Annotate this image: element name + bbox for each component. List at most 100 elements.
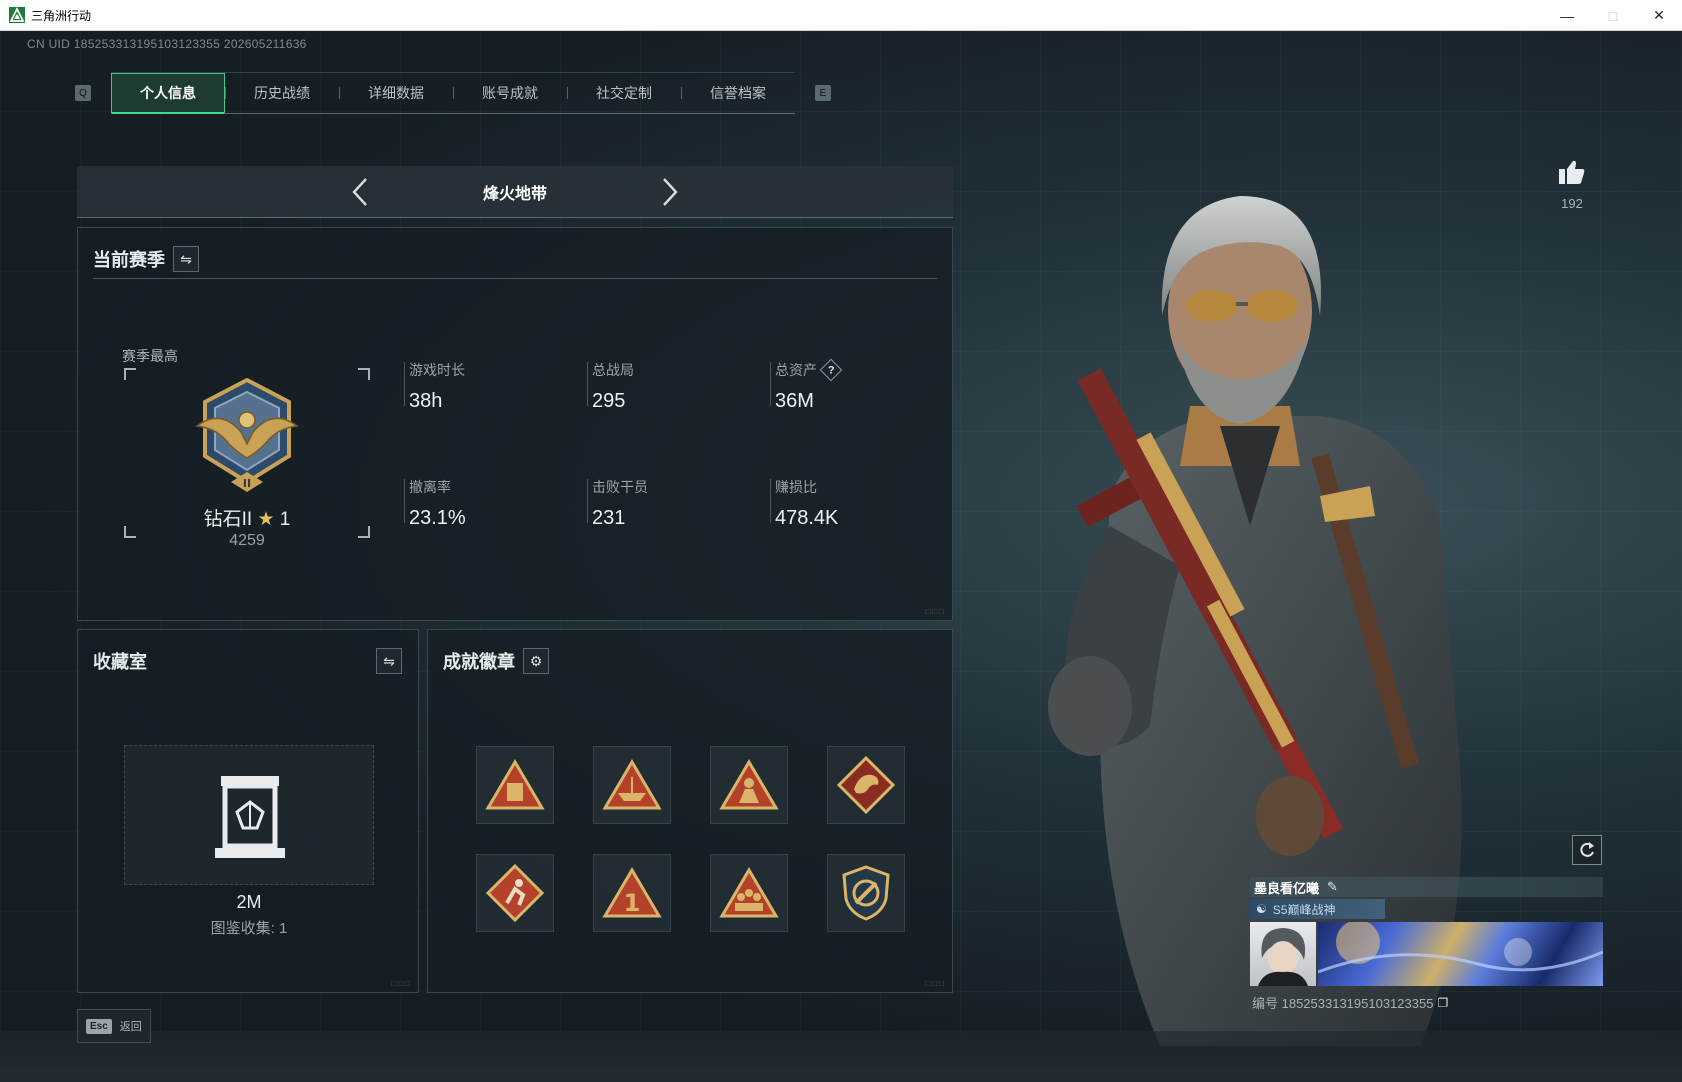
back-label: 返回 bbox=[119, 1021, 142, 1033]
badge-slot[interactable] bbox=[476, 854, 554, 932]
uid-label: CN UID 185253313195103123355 20260521163… bbox=[27, 37, 307, 51]
current-season-panel: 当前赛季 ⇋ 赛季最高 II 钻石II ★ 1 4259 游戏时长 38h 总战… bbox=[77, 227, 953, 621]
maximize-icon: □ bbox=[1608, 7, 1618, 24]
refresh-icon bbox=[1580, 842, 1594, 857]
stat-operators-defeated: 击败干员 231 bbox=[587, 477, 742, 530]
minimize-icon: — bbox=[1560, 7, 1574, 24]
minimize-button[interactable]: — bbox=[1544, 0, 1590, 31]
collection-header: 收藏室 bbox=[93, 648, 147, 674]
collection-title: 收藏室 bbox=[93, 652, 147, 672]
window-title: 三角洲行动 bbox=[31, 8, 92, 23]
season-header: 当前赛季 ⇋ bbox=[93, 246, 199, 272]
edit-pencil-icon[interactable]: ✎ bbox=[1327, 879, 1338, 895]
stat-total-matches: 总战局 295 bbox=[587, 360, 742, 413]
name-card-banner bbox=[1318, 922, 1603, 986]
close-button[interactable]: ✕ bbox=[1636, 0, 1682, 31]
collection-count: 图鉴收集: 1 bbox=[210, 920, 288, 937]
tab-social-customization[interactable]: 社交定制 bbox=[567, 73, 681, 113]
tab-next-key-hint[interactable]: E bbox=[815, 85, 831, 101]
stat-total-assets: 总资产 ? 36M bbox=[770, 358, 925, 413]
rank-name: 钻石II ★ 1 bbox=[203, 509, 291, 530]
triangle-squad-badge-icon bbox=[719, 867, 779, 918]
tab-personal-info[interactable]: 个人信息 bbox=[111, 73, 225, 114]
svg-text:1: 1 bbox=[624, 889, 641, 917]
triangle-soldier-badge-icon bbox=[719, 759, 779, 810]
like-count: 192 bbox=[1561, 196, 1583, 211]
season-swap-button[interactable]: ⇋ bbox=[173, 246, 199, 272]
badge-slot[interactable] bbox=[476, 746, 554, 824]
badge-slot[interactable] bbox=[827, 854, 905, 932]
tab-list: 个人信息 历史战绩 详细数据 账号成就 社交定制 信誉档案 bbox=[111, 72, 795, 114]
app-logo-icon bbox=[9, 7, 25, 23]
maximize-button[interactable]: □ bbox=[1590, 0, 1636, 31]
refresh-model-button[interactable] bbox=[1572, 835, 1602, 865]
copy-icon[interactable]: ❐ bbox=[1437, 996, 1448, 1010]
swap-icon: ⇋ bbox=[180, 250, 192, 267]
stat-extraction-rate: 撤离率 23.1% bbox=[404, 477, 559, 530]
rank-star-icon: ★ bbox=[257, 509, 275, 530]
triangle-ship-badge-icon bbox=[602, 759, 662, 810]
help-icon[interactable]: ? bbox=[819, 358, 843, 382]
profile-screen: CN UID 185253313195103123355 20260521163… bbox=[0, 31, 1682, 1082]
window-controls: — □ ✕ bbox=[1544, 0, 1682, 31]
tab-detailed-data[interactable]: 详细数据 bbox=[339, 73, 453, 113]
tab-prev-key-hint[interactable]: Q bbox=[75, 85, 91, 101]
badge-slot[interactable]: 1 bbox=[593, 854, 671, 932]
mode-prev-button[interactable] bbox=[340, 172, 380, 212]
collection-panel: 收藏室 ⇋ 2M 图鉴收集: 1 □□□ bbox=[77, 629, 419, 993]
avatar[interactable] bbox=[1250, 922, 1316, 986]
triangle-number-one-badge-icon: 1 bbox=[602, 867, 662, 918]
season-title: 当前赛季 bbox=[93, 250, 165, 270]
badges-title: 成就徽章 bbox=[443, 652, 515, 672]
like-widget[interactable]: 192 bbox=[1550, 159, 1594, 211]
diamond-rank-eagle-icon: II bbox=[195, 378, 299, 492]
swap-icon: ⇋ bbox=[383, 652, 395, 669]
tab-navigation: Q 个人信息 历史战绩 详细数据 账号成就 社交定制 信誉档案 E bbox=[75, 72, 831, 114]
diamond-runner-badge-icon bbox=[485, 863, 545, 923]
esc-key-hint: Esc bbox=[86, 1018, 112, 1034]
title-emblem-icon: ☯ bbox=[1256, 902, 1267, 916]
collection-swap-button[interactable]: ⇋ bbox=[376, 648, 402, 674]
rank-card: II 钻石II ★ 1 4259 bbox=[124, 368, 370, 549]
badge-slot[interactable] bbox=[710, 746, 788, 824]
achievement-badges-panel: 成就徽章 ⚙ 1 □□□ bbox=[427, 629, 953, 993]
mode-selector: 烽火地带 bbox=[77, 166, 953, 218]
player-name-card[interactable]: 墨良看亿曦 ✎ ☯ S5巅峰战神 编号 18525331319510312335… bbox=[1250, 877, 1603, 1021]
triangle-crate-badge-icon bbox=[485, 759, 545, 810]
player-id: 编号 185253313195103123355 bbox=[1252, 996, 1434, 1011]
vault-display-icon bbox=[215, 776, 285, 858]
tab-match-history[interactable]: 历史战绩 bbox=[225, 73, 339, 113]
svg-text:II: II bbox=[243, 477, 251, 490]
season-divider bbox=[93, 278, 937, 279]
nickname-row: 墨良看亿曦 ✎ bbox=[1250, 877, 1603, 897]
rank-score: 4259 bbox=[229, 532, 265, 549]
close-icon: ✕ bbox=[1653, 7, 1665, 23]
mode-next-button[interactable] bbox=[650, 172, 690, 212]
badge-slot[interactable] bbox=[710, 854, 788, 932]
season-best-label: 赛季最高 bbox=[122, 348, 178, 364]
chevron-right-icon bbox=[663, 177, 678, 206]
badges-header: 成就徽章 ⚙ bbox=[443, 648, 549, 674]
collection-value: 2M bbox=[236, 892, 262, 912]
badge-grid: 1 bbox=[476, 746, 905, 932]
title-badge-row: ☯ S5巅峰战神 bbox=[1250, 899, 1385, 919]
panel-corner-decoration: □□□ bbox=[925, 979, 946, 988]
stat-play-time: 游戏时长 38h bbox=[404, 360, 559, 413]
game-window: 三角洲行动 — □ ✕ CN UID 185253313195103123355… bbox=[0, 0, 1682, 1082]
rank-stars-count: 1 bbox=[279, 509, 291, 530]
stat-profit-loss-ratio: 赚损比 478.4K bbox=[770, 477, 925, 530]
tab-account-achievements[interactable]: 账号成就 bbox=[453, 73, 567, 113]
badge-slot[interactable] bbox=[593, 746, 671, 824]
tab-credit-record[interactable]: 信誉档案 bbox=[681, 73, 795, 113]
panel-corner-decoration: □□□ bbox=[391, 979, 412, 988]
back-button[interactable]: Esc 返回 bbox=[77, 1009, 151, 1043]
dragon-badge-icon bbox=[836, 755, 896, 815]
badge-slot[interactable] bbox=[827, 746, 905, 824]
badges-settings-button[interactable]: ⚙ bbox=[523, 648, 549, 674]
gear-icon: ⚙ bbox=[529, 652, 543, 669]
player-title-badge: S5巅峰战神 bbox=[1272, 902, 1336, 917]
chevron-left-icon bbox=[352, 177, 367, 206]
collection-showcase[interactable] bbox=[124, 745, 374, 885]
shield-wrench-badge-icon bbox=[842, 865, 890, 921]
bottom-bar bbox=[0, 1031, 1682, 1082]
